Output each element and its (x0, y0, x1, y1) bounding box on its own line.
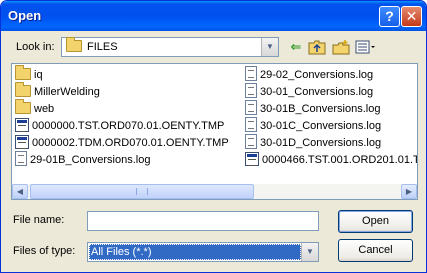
file-name: 30-01_Conversions.log (260, 86, 374, 98)
title-bar[interactable]: Open ? ✕ (1, 1, 426, 31)
close-button[interactable]: ✕ (401, 6, 422, 27)
list-item[interactable]: 30-01B_Conversions.log (245, 100, 381, 118)
horizontal-scrollbar[interactable]: ◀ ▶ (12, 184, 417, 199)
new-folder-icon[interactable] (332, 39, 350, 55)
file-name: web (34, 103, 55, 115)
scroll-right-icon[interactable]: ▶ (401, 184, 417, 199)
log-file-icon (15, 151, 27, 169)
file-name: 0000002.TDM.ORD070.01.OENTY.TMP (32, 137, 229, 149)
folder-icon (15, 98, 31, 117)
folder-icon (15, 81, 31, 100)
list-item[interactable]: 30-01D_Conversions.log (245, 134, 382, 152)
file-name: 0000466.TST.001.ORD201.01.TMP (262, 154, 417, 166)
list-item[interactable]: 0000466.TST.001.ORD201.01.TMP (245, 151, 417, 169)
files-of-type-label: Files of type: (13, 245, 76, 257)
log-file-icon (245, 66, 257, 84)
dialog-title: Open (8, 8, 42, 23)
log-file-icon (245, 117, 257, 135)
log-file-icon (245, 100, 257, 118)
file-name: 30-01D_Conversions.log (260, 137, 382, 149)
up-folder-icon[interactable] (308, 39, 326, 55)
tmp-file-icon (15, 117, 29, 135)
scroll-left-icon[interactable]: ◀ (12, 184, 28, 199)
file-name: MillerWelding (34, 86, 100, 98)
list-item[interactable]: 29-01B_Conversions.log (15, 151, 151, 169)
folder-icon (66, 37, 82, 55)
list-item[interactable]: 30-01_Conversions.log (245, 83, 374, 101)
file-name-input[interactable] (87, 211, 319, 231)
files-of-type-value: All Files (*.*) (89, 244, 301, 260)
list-item[interactable]: iq (15, 64, 43, 83)
open-dialog: Open ? ✕ Look in: FILES ▼ ⇐ iq MillerWel… (0, 0, 427, 273)
list-item[interactable]: 30-01C_Conversions.log (245, 117, 382, 135)
file-name-label: File name: (13, 214, 65, 226)
look-in-value: FILES (87, 41, 118, 53)
files-of-type-dropdown[interactable]: All Files (*.*) ▼ (87, 242, 319, 262)
file-name: 30-01C_Conversions.log (260, 120, 382, 132)
file-name: 0000000.TST.ORD070.01.OENTY.TMP (32, 120, 225, 132)
list-item[interactable]: MillerWelding (15, 81, 100, 100)
file-name: 29-01B_Conversions.log (30, 154, 151, 166)
list-item[interactable]: 29-02_Conversions.log (245, 66, 374, 84)
file-name: iq (34, 69, 43, 81)
file-list[interactable]: iq MillerWelding web 0000000.TST.ORD070.… (11, 63, 418, 200)
scrollbar-thumb[interactable] (30, 184, 254, 199)
look-in-dropdown[interactable]: FILES ▼ (61, 37, 279, 57)
look-in-label: Look in: (16, 41, 55, 53)
back-icon[interactable]: ⇐ (287, 39, 305, 55)
views-menu-icon[interactable] (355, 39, 375, 55)
tmp-file-icon (15, 134, 29, 152)
cancel-button[interactable]: Cancel (338, 239, 413, 262)
file-name: 30-01B_Conversions.log (260, 103, 381, 115)
chevron-down-icon[interactable]: ▼ (261, 38, 278, 56)
log-file-icon (245, 134, 257, 152)
list-item[interactable]: 0000002.TDM.ORD070.01.OENTY.TMP (15, 134, 229, 152)
list-item[interactable]: 0000000.TST.ORD070.01.OENTY.TMP (15, 117, 225, 135)
open-button[interactable]: Open (338, 210, 413, 233)
file-name: 29-02_Conversions.log (260, 69, 374, 81)
list-item[interactable]: web (15, 98, 55, 117)
help-button[interactable]: ? (379, 6, 400, 27)
chevron-down-icon[interactable]: ▼ (301, 243, 318, 261)
folder-icon (15, 64, 31, 83)
log-file-icon (245, 83, 257, 101)
tmp-file-icon (245, 151, 259, 169)
